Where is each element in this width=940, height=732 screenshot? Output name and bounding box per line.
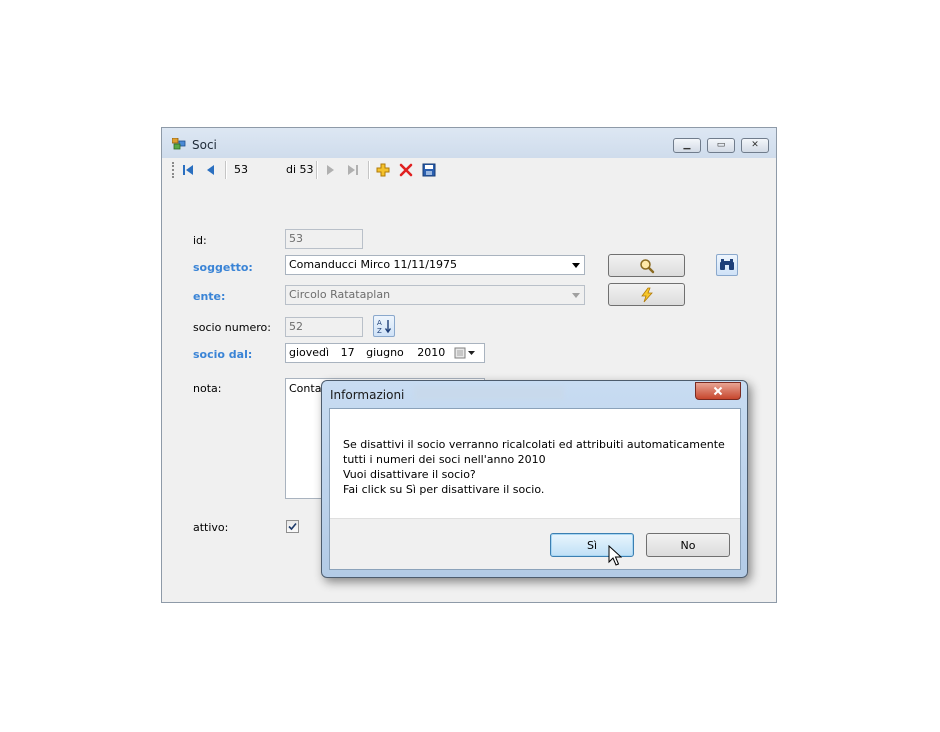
- close-icon: ✕: [751, 140, 759, 150]
- binding-navigator-toolbar: 53 di 53: [170, 158, 768, 182]
- move-next-button[interactable]: [322, 162, 338, 178]
- id-field[interactable]: 53: [285, 229, 363, 249]
- window-title-bar[interactable]: Soci ▁ ▭ ✕: [162, 128, 776, 158]
- message-line: Se disattivi il socio verranno ricalcola…: [343, 438, 725, 451]
- save-icon: [422, 163, 436, 177]
- dialog-button-bar: Sì No: [330, 518, 740, 569]
- toolbar-grip[interactable]: [172, 162, 176, 178]
- checkmark-icon: [288, 522, 297, 531]
- socio-dal-label: socio dal:: [193, 348, 253, 361]
- dialog-close-button[interactable]: [695, 382, 741, 400]
- dialog-message: Se disattivi il socio verranno ricalcola…: [343, 437, 725, 497]
- socio-dal-month: giugno: [366, 346, 404, 359]
- maximize-icon: ▭: [716, 140, 726, 150]
- title-glass-blur: [414, 386, 564, 400]
- socio-dal-date: 17: [340, 346, 355, 359]
- toolbar-separator: [225, 161, 227, 179]
- nota-label: nota:: [193, 382, 222, 395]
- find-button[interactable]: [716, 254, 738, 276]
- magnifier-icon: [639, 258, 654, 273]
- close-button[interactable]: ✕: [741, 138, 769, 153]
- move-first-button[interactable]: [180, 162, 196, 178]
- delete-button[interactable]: [398, 162, 414, 178]
- message-line: Vuoi disattivare il socio?: [343, 468, 476, 481]
- count-label: di 53: [286, 163, 314, 176]
- maximize-button[interactable]: ▭: [707, 138, 735, 153]
- move-next-icon: [327, 165, 334, 175]
- lightning-icon: [640, 287, 653, 302]
- informazioni-dialog: Informazioni Se disattivi il socio verra…: [321, 380, 748, 578]
- message-line: tutti i numeri dei soci nell'anno 2010: [343, 453, 546, 466]
- id-label: id:: [193, 234, 207, 247]
- ente-combobox[interactable]: Circolo Ratataplan: [285, 285, 585, 305]
- attivo-checkbox[interactable]: [286, 520, 299, 533]
- ente-label: ente:: [193, 290, 226, 303]
- add-icon: [376, 163, 390, 177]
- soggetto-label: soggetto:: [193, 261, 253, 274]
- socio-numero-field[interactable]: 52: [285, 317, 363, 337]
- svg-text:A: A: [377, 319, 382, 327]
- toolbar-separator: [368, 161, 370, 179]
- sort-az-icon: AZ: [377, 319, 392, 334]
- message-line: Fai click su Sì per disattivare il socio…: [343, 483, 545, 496]
- mouse-pointer-icon: [608, 545, 622, 566]
- svg-text:Z: Z: [377, 327, 382, 334]
- minimize-button[interactable]: ▁: [673, 138, 701, 153]
- ente-action-button[interactable]: [608, 283, 685, 306]
- chevron-down-icon[interactable]: [572, 293, 580, 298]
- move-previous-button[interactable]: [203, 162, 219, 178]
- soggetto-combobox[interactable]: Comanducci Mirco 11/11/1975: [285, 255, 585, 275]
- soggetto-value: Comanducci Mirco 11/11/1975: [289, 258, 457, 271]
- add-button[interactable]: [375, 162, 391, 178]
- move-previous-icon: [207, 165, 214, 175]
- search-soggetto-button[interactable]: [608, 254, 685, 277]
- position-value[interactable]: 53: [234, 163, 248, 176]
- move-last-button[interactable]: [345, 162, 361, 178]
- renumber-button[interactable]: AZ: [373, 315, 395, 337]
- binoculars-icon: [720, 259, 734, 270]
- calendar-dropdown-icon[interactable]: [454, 347, 476, 359]
- delete-icon: [399, 163, 413, 177]
- ente-value: Circolo Ratataplan: [289, 288, 391, 301]
- socio-dal-day: giovedì: [289, 346, 330, 359]
- socio-numero-label: socio numero:: [193, 321, 271, 334]
- dialog-title: Informazioni: [330, 388, 405, 402]
- chevron-down-icon[interactable]: [572, 263, 580, 268]
- attivo-label: attivo:: [193, 521, 229, 534]
- close-icon: [713, 386, 723, 396]
- window-title: Soci: [192, 138, 217, 152]
- socio-dal-year: 2010: [417, 346, 446, 359]
- no-button[interactable]: No: [646, 533, 730, 557]
- minimize-icon: ▁: [683, 140, 691, 150]
- app-icon: [172, 138, 186, 150]
- save-button[interactable]: [421, 162, 437, 178]
- toolbar-separator: [316, 161, 318, 179]
- dialog-body: Se disattivi il socio verranno ricalcola…: [329, 408, 741, 570]
- socio-dal-datepicker[interactable]: giovedì 17 giugno 2010: [285, 343, 485, 363]
- move-first-icon: [183, 165, 193, 175]
- move-last-icon: [348, 165, 358, 175]
